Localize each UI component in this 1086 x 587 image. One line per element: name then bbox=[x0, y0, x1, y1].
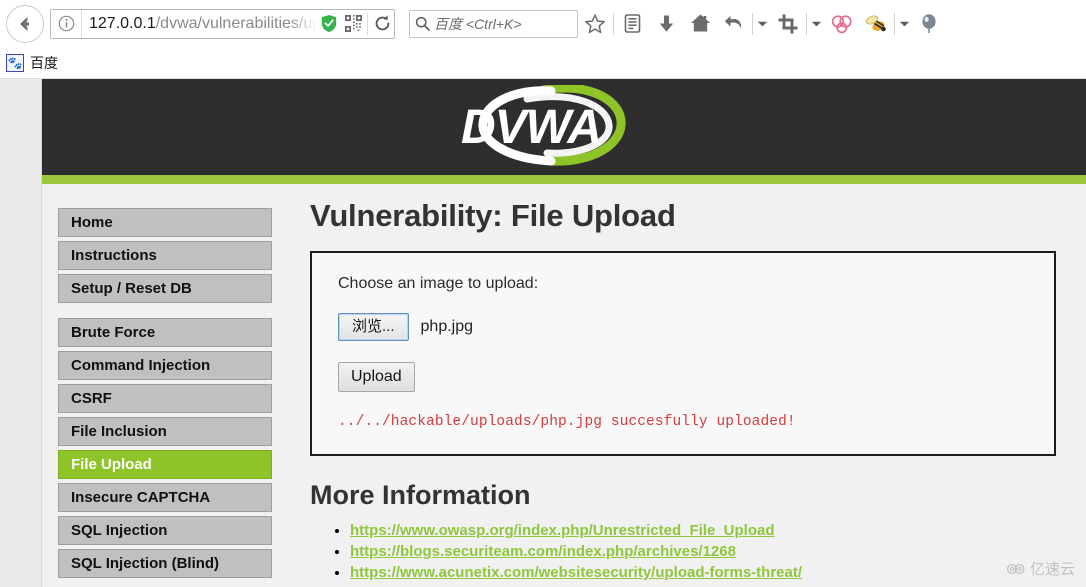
cloud-icon bbox=[1006, 563, 1025, 574]
dvwa-site-header: DVWA bbox=[42, 79, 1086, 184]
qrcode-icon-glyph bbox=[344, 15, 362, 32]
browse-file-button[interactable]: 浏览... bbox=[338, 313, 409, 341]
dvwa-page: DVWA Home Instructions Setup / Reset DB … bbox=[42, 79, 1086, 587]
bookmark-label: 百度 bbox=[30, 55, 58, 71]
sidebar-item-setup-reset-db[interactable]: Setup / Reset DB bbox=[58, 274, 272, 303]
main-content: Vulnerability: File Upload Choose an ima… bbox=[272, 184, 1086, 585]
bee-button[interactable] bbox=[859, 6, 893, 42]
screenshot-crop-button[interactable] bbox=[771, 6, 805, 42]
url-text[interactable]: 127.0.0.1/dvwa/vulnerabilities/uplo bbox=[82, 10, 317, 38]
home-button[interactable] bbox=[683, 6, 717, 42]
qrcode-icon[interactable] bbox=[341, 10, 365, 38]
download-icon bbox=[659, 15, 673, 32]
reload-button[interactable] bbox=[370, 10, 394, 38]
more-info-link-acunetix[interactable]: https://www.acunetix.com/websitesecurity… bbox=[350, 564, 802, 581]
undo-arrow-icon bbox=[724, 15, 742, 28]
reading-list-icon bbox=[624, 14, 640, 33]
url-host: 127.0.0.1 bbox=[89, 14, 156, 32]
bee-dropdown-button[interactable] bbox=[896, 6, 913, 42]
more-info-link-securiteam[interactable]: https://blogs.securiteam.com/index.php/a… bbox=[350, 543, 736, 560]
chain-links-button[interactable] bbox=[825, 6, 859, 42]
upload-submit-button[interactable]: Upload bbox=[338, 362, 415, 392]
shield-icon-glyph bbox=[321, 15, 337, 32]
info-icon bbox=[58, 15, 74, 32]
dvwa-logo: DVWA bbox=[461, 85, 626, 166]
search-icon bbox=[410, 10, 434, 38]
reload-icon bbox=[375, 15, 389, 31]
toolbar-divider bbox=[806, 12, 807, 35]
more-information-links: https://www.owasp.org/index.php/Unrestri… bbox=[310, 522, 1056, 582]
sidebar-item-sql-injection-blind[interactable]: SQL Injection (Blind) bbox=[58, 549, 272, 578]
back-arrow-icon bbox=[20, 16, 29, 31]
navigation-toolbar: 127.0.0.1/dvwa/vulnerabilities/uplo 百度 <… bbox=[0, 0, 1086, 48]
sidebar-item-sql-injection[interactable]: SQL Injection bbox=[58, 516, 272, 545]
bookmark-item-baidu[interactable]: 🐾 百度 bbox=[4, 51, 64, 75]
watermark-text: 亿速云 bbox=[1029, 561, 1075, 578]
toolbar-divider bbox=[367, 12, 368, 35]
toolbar-divider bbox=[894, 12, 895, 35]
sidebar-item-home[interactable]: Home bbox=[58, 208, 272, 237]
bookmark-star-button[interactable] bbox=[578, 6, 612, 42]
shield-icon[interactable] bbox=[317, 10, 341, 38]
url-bar[interactable]: 127.0.0.1/dvwa/vulnerabilities/uplo bbox=[50, 8, 395, 39]
screenshot-dropdown-button[interactable] bbox=[808, 6, 825, 42]
chain-links-icon bbox=[831, 14, 852, 33]
reading-list-button[interactable] bbox=[615, 6, 649, 42]
url-path: /dvwa/vulnerabilities/uplo bbox=[155, 14, 317, 32]
chevron-down-icon bbox=[757, 21, 768, 26]
sidebar-item-insecure-captcha[interactable]: Insecure CAPTCHA bbox=[58, 483, 272, 512]
selected-file-name: php.jpg bbox=[420, 318, 474, 335]
sidebar-item-csrf[interactable]: CSRF bbox=[58, 384, 272, 413]
site-identity-button[interactable] bbox=[51, 9, 82, 38]
search-icon-glyph bbox=[415, 16, 430, 31]
sidebar-navigation: Home Instructions Setup / Reset DB Brute… bbox=[42, 184, 272, 587]
watermark: 亿速云 bbox=[1000, 556, 1080, 581]
sidebar-item-file-upload[interactable]: File Upload bbox=[58, 450, 272, 479]
sidebar-group-vulnerabilities: Brute Force Command Injection CSRF File … bbox=[58, 318, 272, 578]
chevron-down-icon bbox=[899, 21, 910, 26]
bookmarks-bar: 🐾 百度 bbox=[0, 48, 1086, 79]
star-icon bbox=[585, 13, 605, 33]
list-item: https://blogs.securiteam.com/index.php/a… bbox=[350, 543, 1056, 561]
dvwa-main: Home Instructions Setup / Reset DB Brute… bbox=[42, 184, 1086, 587]
list-item: https://www.acunetix.com/websitesecurity… bbox=[350, 564, 1056, 582]
sidebar-group-general: Home Instructions Setup / Reset DB bbox=[58, 208, 272, 303]
sidebar-item-instructions[interactable]: Instructions bbox=[58, 241, 272, 270]
toolbar-divider bbox=[752, 12, 753, 35]
sidebar-item-brute-force[interactable]: Brute Force bbox=[58, 318, 272, 347]
svg-text:DVWA: DVWA bbox=[461, 101, 601, 154]
upload-instruction-label: Choose an image to upload: bbox=[338, 275, 539, 292]
home-icon bbox=[690, 14, 710, 32]
file-chooser-row: 浏览... php.jpg bbox=[338, 313, 1028, 341]
back-button[interactable] bbox=[6, 4, 44, 43]
more-info-link-owasp[interactable]: https://www.owasp.org/index.php/Unrestri… bbox=[350, 522, 775, 539]
file-upload-form-box: Choose an image to upload: 浏览... php.jpg… bbox=[310, 251, 1056, 456]
undo-dropdown-button[interactable] bbox=[754, 6, 771, 42]
page-title: Vulnerability: File Upload bbox=[310, 198, 676, 233]
list-item: https://www.owasp.org/index.php/Unrestri… bbox=[350, 522, 1056, 540]
undo-button[interactable] bbox=[717, 6, 751, 42]
chevron-down-icon bbox=[811, 21, 822, 26]
upload-result-message: ../../hackable/uploads/php.jpg succesful… bbox=[338, 414, 796, 430]
toolbar-divider bbox=[613, 12, 614, 35]
crop-icon bbox=[778, 14, 798, 33]
bee-icon bbox=[865, 15, 886, 31]
page-left-gutter bbox=[0, 79, 42, 587]
sidebar-item-file-inclusion[interactable]: File Inclusion bbox=[58, 417, 272, 446]
page-viewport: DVWA Home Instructions Setup / Reset DB … bbox=[0, 79, 1086, 587]
balloon-icon bbox=[921, 14, 936, 33]
balloon-button[interactable] bbox=[913, 6, 947, 42]
search-input-placeholder[interactable]: 百度 <Ctrl+K> bbox=[434, 14, 522, 34]
downloads-button[interactable] bbox=[649, 6, 683, 42]
sidebar-item-command-injection[interactable]: Command Injection bbox=[58, 351, 272, 380]
baidu-paw-icon: 🐾 bbox=[6, 54, 24, 72]
browser-chrome: 127.0.0.1/dvwa/vulnerabilities/uplo 百度 <… bbox=[0, 0, 1086, 79]
more-information-heading: More Information bbox=[310, 480, 531, 510]
search-bar[interactable]: 百度 <Ctrl+K> bbox=[409, 9, 578, 38]
